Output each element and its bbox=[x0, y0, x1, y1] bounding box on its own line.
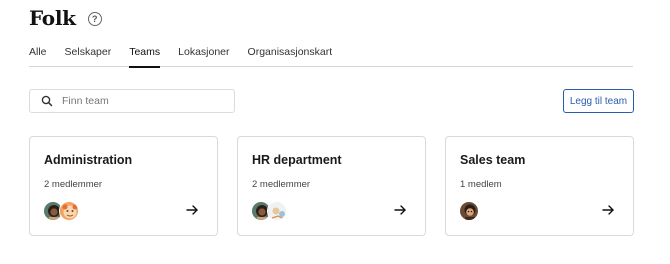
page-header: Folk ? bbox=[29, 6, 102, 30]
avatar-group bbox=[43, 201, 79, 221]
avatar bbox=[459, 201, 479, 221]
avatar bbox=[267, 201, 287, 221]
team-name: Sales team bbox=[460, 153, 526, 167]
page-title: Folk bbox=[29, 6, 76, 30]
member-count: 1 medlem bbox=[460, 179, 502, 190]
tab-organisasjonskart[interactable]: Organisasjonskart bbox=[248, 45, 333, 67]
team-name: Administration bbox=[44, 153, 133, 167]
team-name: HR department bbox=[252, 153, 342, 167]
tab-lokasjoner[interactable]: Lokasjoner bbox=[178, 45, 229, 67]
avatar-group bbox=[459, 201, 479, 221]
tab-alle[interactable]: Alle bbox=[29, 45, 47, 67]
team-card[interactable]: Administration 2 medlemmer bbox=[29, 136, 218, 236]
tab-bar: Alle Selskaper Teams Lokasjoner Organisa… bbox=[29, 45, 633, 68]
arrow-right-icon[interactable] bbox=[185, 203, 199, 217]
avatar bbox=[59, 201, 79, 221]
search-input[interactable] bbox=[62, 95, 222, 107]
search-box bbox=[29, 89, 235, 113]
avatar-group bbox=[251, 201, 287, 221]
member-count: 2 medlemmer bbox=[44, 179, 103, 190]
tab-teams[interactable]: Teams bbox=[129, 45, 160, 68]
member-count: 2 medlemmer bbox=[252, 179, 311, 190]
question-circle-icon[interactable]: ? bbox=[87, 12, 102, 26]
team-card[interactable]: Sales team 1 medlem bbox=[445, 136, 634, 236]
search-icon bbox=[36, 90, 58, 112]
team-card[interactable]: HR department 2 medlemmer bbox=[237, 136, 426, 236]
arrow-right-icon[interactable] bbox=[393, 203, 407, 217]
arrow-right-icon[interactable] bbox=[601, 203, 615, 217]
team-card-list: Administration 2 medlemmer HR department… bbox=[29, 136, 634, 236]
add-team-button[interactable]: Legg til team bbox=[563, 89, 634, 113]
tab-selskaper[interactable]: Selskaper bbox=[65, 45, 112, 67]
